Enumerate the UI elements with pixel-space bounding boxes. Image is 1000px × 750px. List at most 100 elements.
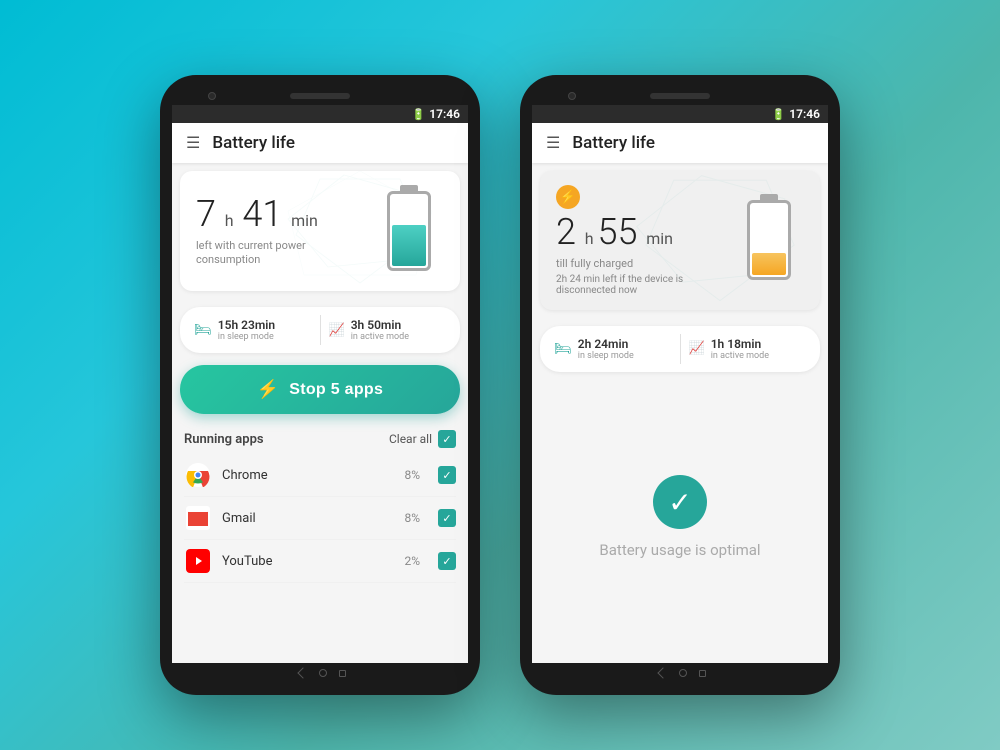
battery-card-2: ⚡ 2 h 55 min till fully charged 2h 24 mi… — [540, 171, 820, 310]
active-icon-2: 📈 — [689, 341, 705, 356]
sleep-icon: 🛏 — [194, 322, 212, 338]
running-apps-title: Running apps — [184, 432, 264, 447]
phone-2-camera — [568, 92, 576, 100]
gmail-app-icon — [184, 504, 212, 532]
battery-icon-small: 🔋 — [412, 108, 426, 121]
charging-badge: ⚡ — [556, 185, 580, 209]
sleep-time: 15h 23min — [218, 318, 275, 332]
active-item: 📈 3h 50min in active mode — [329, 318, 447, 342]
back-button[interactable] — [297, 667, 308, 678]
gmail-svg — [186, 506, 210, 530]
battery-outer-2 — [747, 200, 791, 280]
battery-top-2 — [760, 194, 778, 200]
sleep-label: in sleep mode — [218, 332, 275, 342]
youtube-checkbox[interactable]: ✓ — [438, 552, 456, 570]
home-button[interactable] — [319, 669, 327, 677]
phone-1: 🔋 17:46 ☰ Battery life 7 h — [160, 75, 480, 695]
sleep-info: 15h 23min in sleep mode — [218, 318, 275, 342]
chrome-checkbox[interactable]: ✓ — [438, 466, 456, 484]
phone-1-home-bar — [172, 663, 468, 683]
battery-info: 7 h 41 min left with current power consu… — [196, 195, 374, 267]
app-row-gmail: Gmail 8% ✓ — [184, 497, 456, 540]
recent-button[interactable] — [339, 670, 346, 677]
battery-top — [400, 185, 418, 191]
back-button-2[interactable] — [657, 667, 668, 678]
charging-disconnected-text: 2h 24 min left if the device is disconne… — [556, 274, 734, 296]
battery-fill-2 — [752, 253, 786, 275]
battery-hours-2: 2 — [556, 211, 576, 253]
sleep-item: 🛏 15h 23min in sleep mode — [194, 318, 312, 342]
battery-card-1: 7 h 41 min left with current power consu… — [180, 171, 460, 291]
gmail-checkbox[interactable]: ✓ — [438, 509, 456, 527]
active-label-2: in active mode — [711, 351, 769, 361]
phone-1-camera — [208, 92, 216, 100]
active-label: in active mode — [351, 332, 409, 342]
clear-all-checkbox[interactable]: ✓ — [438, 430, 456, 448]
phone-1-app-bar: ☰ Battery life — [172, 123, 468, 163]
sleep-icon-2: 🛏 — [554, 341, 572, 357]
battery-outer — [387, 191, 431, 271]
hours-unit: h — [225, 211, 234, 230]
optimal-section: ✓ Battery usage is optimal — [532, 372, 828, 663]
app-title: Battery life — [212, 133, 295, 153]
phone-2: 🔋 17:46 ☰ Battery life ⚡ 2 — [520, 75, 840, 695]
sleep-active-row-1: 🛏 15h 23min in sleep mode 📈 3h 50min in … — [180, 307, 460, 353]
clear-all-row[interactable]: Clear all ✓ — [389, 430, 456, 448]
battery-minutes: 41 — [242, 193, 282, 235]
battery-time-display-2: 2 h 55 min — [556, 213, 734, 253]
active-info-2: 1h 18min in active mode — [711, 337, 769, 361]
menu-icon-2[interactable]: ☰ — [546, 135, 560, 151]
divider — [320, 315, 321, 345]
hours-unit-2: h — [585, 229, 598, 248]
app-row-youtube: YouTube 2% ✓ — [184, 540, 456, 583]
clear-all-text: Clear all — [389, 432, 432, 446]
battery-hours: 7 — [196, 193, 216, 235]
optimal-checkmark: ✓ — [653, 475, 707, 529]
active-time-2: 1h 18min — [711, 337, 769, 351]
sleep-time-2: 2h 24min — [578, 337, 634, 351]
status-time-2: 17:46 — [789, 107, 820, 121]
active-item-2: 📈 1h 18min in active mode — [689, 337, 807, 361]
recent-button-2[interactable] — [699, 670, 706, 677]
phone-2-app-bar: ☰ Battery life — [532, 123, 828, 163]
menu-icon[interactable]: ☰ — [186, 135, 200, 151]
youtube-app-icon — [184, 547, 212, 575]
active-info: 3h 50min in active mode — [351, 318, 409, 342]
phone-1-status-bar: 🔋 17:46 — [172, 105, 468, 123]
battery-fill — [392, 225, 426, 266]
checkmark-icon: ✓ — [668, 486, 691, 519]
stop-apps-button[interactable]: ⚡ Stop 5 apps — [180, 365, 460, 414]
minutes-unit: min — [291, 211, 318, 230]
home-button-2[interactable] — [679, 669, 687, 677]
battery-info-2: ⚡ 2 h 55 min till fully charged 2h 24 mi… — [556, 185, 734, 296]
battery-time-display: 7 h 41 min — [196, 195, 374, 235]
youtube-svg — [186, 549, 210, 573]
app-title-2: Battery life — [572, 133, 655, 153]
status-time: 17:46 — [429, 107, 460, 121]
phone-1-speaker — [290, 93, 350, 99]
divider-2 — [680, 334, 681, 364]
battery-illustration-2 — [734, 200, 804, 280]
phones-container: 🔋 17:46 ☰ Battery life 7 h — [160, 55, 840, 695]
phone-2-speaker — [650, 93, 710, 99]
stop-button-label: Stop 5 apps — [289, 381, 383, 399]
chrome-percent: 8% — [404, 468, 420, 482]
active-icon: 📈 — [329, 323, 345, 338]
chrome-app-icon — [184, 461, 212, 489]
sleep-info-2: 2h 24min in sleep mode — [578, 337, 634, 361]
youtube-percent: 2% — [404, 554, 420, 568]
gmail-percent: 8% — [404, 511, 420, 525]
phone-2-notch — [532, 87, 828, 105]
battery-subtext: left with current power consumption — [196, 239, 336, 268]
optimal-text: Battery usage is optimal — [599, 541, 760, 559]
sleep-active-row-2: 🛏 2h 24min in sleep mode 📈 1h 18min in a… — [540, 326, 820, 372]
phone-2-home-bar — [532, 663, 828, 683]
phone-2-status-bar: 🔋 17:46 — [532, 105, 828, 123]
battery-illustration-1 — [374, 191, 444, 271]
gmail-app-name: Gmail — [222, 511, 394, 526]
chrome-svg — [186, 463, 210, 487]
active-time: 3h 50min — [351, 318, 409, 332]
battery-minutes-2: 55 — [598, 211, 638, 253]
phone-2-screen: ☰ Battery life ⚡ 2 h 55 mi — [532, 123, 828, 663]
lightning-icon: ⚡ — [257, 379, 279, 400]
